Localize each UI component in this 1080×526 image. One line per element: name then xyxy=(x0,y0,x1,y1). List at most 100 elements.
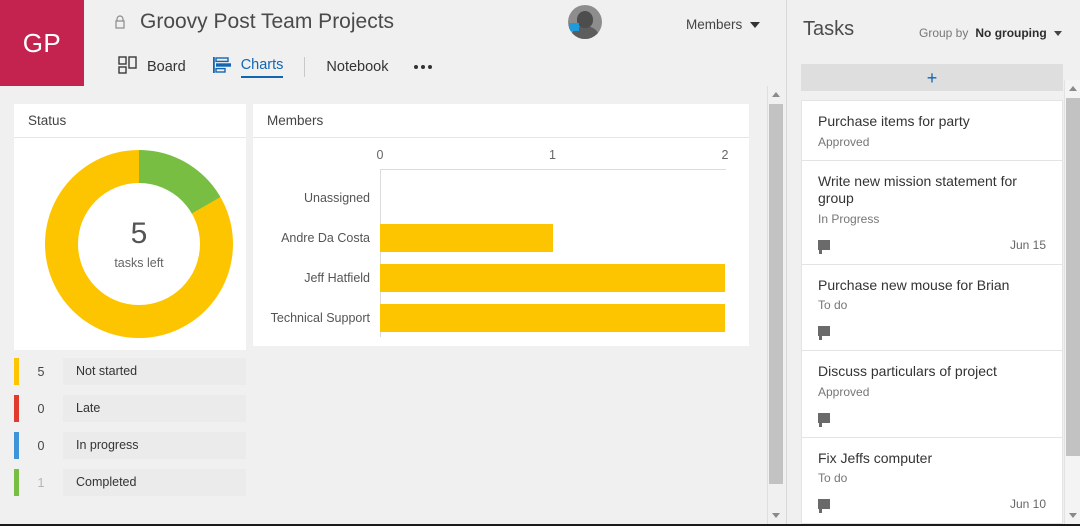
donut-center: 5 tasks left xyxy=(78,183,200,305)
tab-charts[interactable]: Charts xyxy=(199,50,297,84)
avatar[interactable] xyxy=(568,5,602,39)
task-meta-row: Jun 10 xyxy=(818,496,1046,513)
charts-icon xyxy=(212,56,232,78)
avatar-presence-badge xyxy=(569,23,579,31)
tasks-panel-title: Tasks xyxy=(803,18,855,40)
tab-notebook-label: Notebook xyxy=(326,59,389,75)
bar-value xyxy=(380,304,725,332)
task-card[interactable]: Purchase items for party Approved xyxy=(801,100,1063,160)
charts-area: Status 5 tasks left 5 Not started 0 Late 0 In… xyxy=(0,86,767,524)
legend-label: Completed xyxy=(63,469,246,496)
task-status-label: Approved xyxy=(818,384,870,399)
bar-value xyxy=(380,224,553,252)
bar-row: Technical Support xyxy=(271,304,725,332)
task-status-label: To do xyxy=(818,471,848,485)
task-status-label: To do xyxy=(818,298,848,312)
legend-label: Late xyxy=(63,395,246,422)
plus-icon: + xyxy=(926,67,938,88)
scroll-up-icon[interactable] xyxy=(768,86,784,103)
members-dropdown[interactable]: Members xyxy=(686,17,761,32)
legend-count: 1 xyxy=(37,475,45,490)
board-icon xyxy=(118,56,138,78)
planner-app-window: GP Groovy Post Team Projects Members Boa… xyxy=(0,0,1080,526)
scrollbar-thumb[interactable] xyxy=(1066,98,1080,456)
comment-icon[interactable] xyxy=(818,499,830,513)
group-by-value: No grouping xyxy=(975,26,1047,40)
donut-center-value: 5 xyxy=(130,216,148,250)
ellipsis-dot xyxy=(413,65,418,69)
bar-category-label: Unassigned xyxy=(303,191,370,205)
scroll-up-icon[interactable] xyxy=(1065,80,1080,97)
status-legend-row[interactable]: 5 Not started xyxy=(14,358,246,385)
group-initials: GP xyxy=(22,27,62,58)
ellipsis-dot xyxy=(427,65,432,69)
task-meta-row xyxy=(818,323,1046,340)
members-bar-chart: 0 1 2 Unassigned Andre Da Costa Jeff Hatfield… xyxy=(253,138,749,346)
tab-board-label: Board xyxy=(147,59,186,75)
task-card[interactable]: Discuss particulars of project Approved xyxy=(801,350,1063,437)
donut-center-label: tasks left xyxy=(114,255,164,270)
bar-category-label: Andre Da Costa xyxy=(281,231,370,245)
ellipsis-icon[interactable] xyxy=(402,50,444,84)
status-card-title: Status xyxy=(14,104,246,138)
legend-count: 5 xyxy=(37,364,45,379)
task-card[interactable]: Purchase new mouse for Brian To do xyxy=(801,263,1063,350)
members-dropdown-label: Members xyxy=(686,17,743,32)
task-due-date: Jun 15 xyxy=(1009,237,1046,252)
lock-icon xyxy=(112,14,128,30)
tasks-panel: Tasks Group by No grouping + Purchase it… xyxy=(786,0,1080,524)
members-card-title: Members xyxy=(253,104,749,138)
members-chart-card: Members 0 1 2 Unassigned Andre Da Costa Jeff … xyxy=(253,104,749,346)
tasks-scrollbar[interactable] xyxy=(1064,80,1080,524)
bar-row: Unassigned xyxy=(304,184,725,212)
bar-category-label: Jeff Hatfield xyxy=(304,271,370,285)
task-status-label: In Progress xyxy=(818,211,880,226)
group-avatar-tile[interactable]: GP xyxy=(0,0,84,86)
task-status-label: Approved xyxy=(818,134,870,149)
comment-icon[interactable] xyxy=(818,239,830,254)
x-axis-tick: 2 xyxy=(721,148,729,162)
tab-charts-label: Charts xyxy=(240,57,284,78)
group-by-label: Group by xyxy=(919,26,969,40)
task-title: Fix Jeffs computer xyxy=(818,449,933,466)
status-legend-row[interactable]: 0 Late xyxy=(14,395,246,422)
scrollbar-thumb[interactable] xyxy=(769,104,783,484)
ellipsis-dot xyxy=(420,65,425,69)
tab-notebook[interactable]: Notebook xyxy=(313,50,401,84)
bar-category-label: Technical Support xyxy=(270,311,370,325)
task-due-date: Jun 10 xyxy=(1009,497,1046,511)
task-card[interactable]: Fix Jeffs computer To do Jun 10 xyxy=(801,436,1063,524)
status-legend: 5 Not started 0 Late 0 In progress 1 Completed xyxy=(14,358,246,506)
task-meta-row: Jun 15 xyxy=(818,237,1046,254)
task-card[interactable]: Write new mission statement for group In … xyxy=(801,159,1063,264)
status-legend-row[interactable]: 0 In progress xyxy=(14,432,246,459)
charts-scrollbar[interactable] xyxy=(767,86,784,524)
scroll-down-icon[interactable] xyxy=(1065,507,1080,524)
bar-row: Jeff Hatfield xyxy=(304,264,725,292)
legend-count: 0 xyxy=(37,438,45,453)
plan-tab-bar: Board Charts Notebook xyxy=(105,50,444,84)
task-title: Write new mission statement for group xyxy=(818,172,1017,207)
scroll-down-icon[interactable] xyxy=(768,507,784,524)
avatar-head xyxy=(577,11,593,28)
plan-header: GP Groovy Post Team Projects Members Boa… xyxy=(0,0,784,86)
x-axis-tick: 1 xyxy=(549,148,556,162)
chevron-down-icon xyxy=(1053,30,1062,36)
status-legend-row[interactable]: 1 Completed xyxy=(14,469,246,496)
task-list: Purchase items for party Approved Write ne… xyxy=(801,100,1063,524)
task-title: Purchase items for party xyxy=(818,113,970,129)
task-meta-row xyxy=(818,410,1046,427)
legend-label: In progress xyxy=(63,432,246,459)
x-axis-line xyxy=(380,169,726,170)
status-chart-card: Status 5 tasks left 5 Not started 0 Late 0 In… xyxy=(14,104,246,514)
plan-main-region: GP Groovy Post Team Projects Members Boa… xyxy=(0,0,784,524)
page-title: Groovy Post Team Projects xyxy=(140,10,395,33)
group-by-dropdown[interactable]: Group by No grouping xyxy=(919,26,1062,40)
tab-board[interactable]: Board xyxy=(105,50,199,84)
comment-icon[interactable] xyxy=(818,326,830,340)
comment-icon[interactable] xyxy=(818,412,830,427)
bar-row: Andre Da Costa xyxy=(281,224,725,252)
tab-separator xyxy=(304,57,306,77)
legend-count: 0 xyxy=(37,401,45,416)
add-task-button[interactable]: + xyxy=(801,64,1063,91)
